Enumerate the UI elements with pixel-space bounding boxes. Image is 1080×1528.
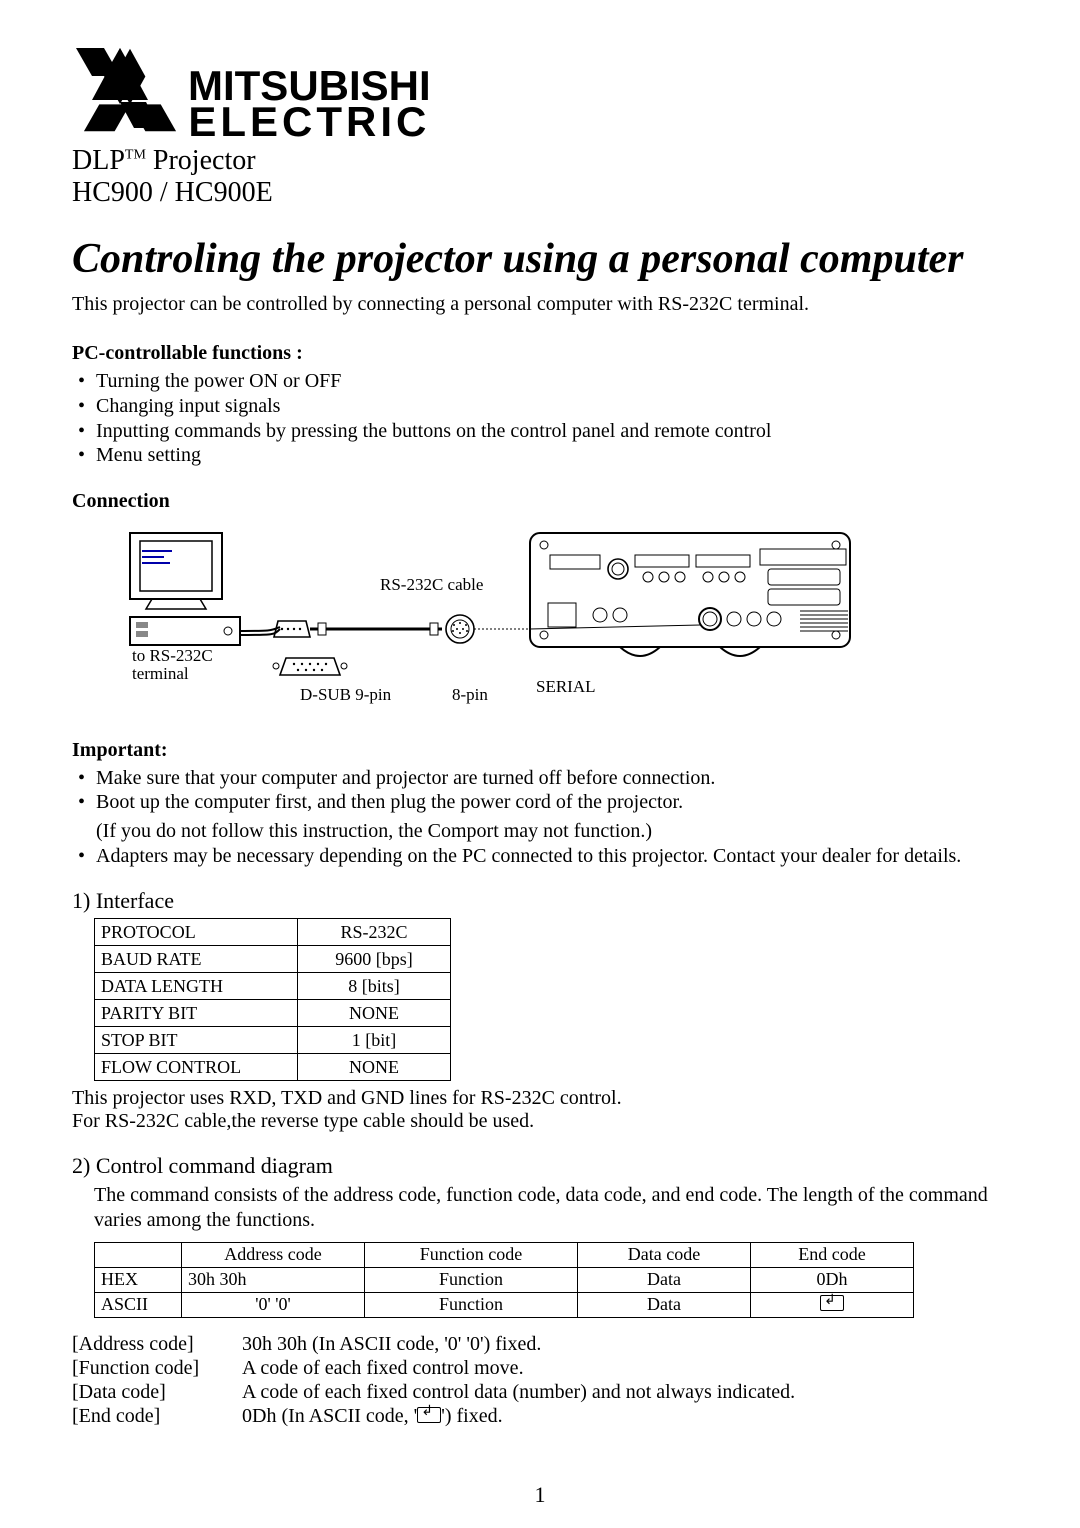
diagram-label-dsub: D-SUB 9-pin (300, 685, 391, 705)
connection-diagram: to RS-232Cterminal RS-232C cable D-SUB 9… (100, 525, 1008, 715)
table-row: BAUD RATE9600 [bps] (95, 946, 451, 973)
table-row: Address code Function code Data code End… (95, 1242, 914, 1267)
page-title: Controling the projector using a persona… (72, 235, 1008, 283)
diagram-label-8pin: 8-pin (452, 685, 488, 705)
diagram-label-serial: SERIAL (536, 677, 596, 697)
table-row: ASCII '0' '0' Function Data (95, 1292, 914, 1317)
def-row: [Function code]A code of each fixed cont… (72, 1356, 1008, 1380)
enter-key-icon (820, 1295, 844, 1311)
important-paren: (If you do not follow this instruction, … (72, 819, 1008, 844)
interface-heading: 1) Interface (72, 888, 1008, 914)
important-list-2: Adapters may be necessary depending on t… (72, 844, 1008, 869)
def-row: [Data code]A code of each fixed control … (72, 1380, 1008, 1404)
brand-text: MITSUBISHI ELECTRIC (188, 48, 431, 139)
table-row: FLOW CONTROLNONE (95, 1054, 451, 1081)
list-item: Make sure that your computer and project… (72, 766, 1008, 791)
code-definitions: [Address code]30h 30h (In ASCII code, '0… (72, 1332, 1008, 1428)
def-row: [End code] 0Dh (In ASCII code, '') fixed… (72, 1404, 1008, 1428)
connection-heading: Connection (72, 490, 1008, 513)
diagram-label-cable: RS-232C cable (380, 575, 483, 595)
pc-functions-list: Turning the power ON or OFF Changing inp… (72, 369, 1008, 467)
table-row: STOP BIT1 [bit] (95, 1027, 451, 1054)
list-item: Menu setting (72, 443, 1008, 468)
interface-note-1: This projector uses RXD, TXD and GND lin… (72, 1087, 1008, 1110)
control-command-desc: The command consists of the address code… (94, 1183, 1008, 1232)
list-item: Changing input signals (72, 394, 1008, 419)
table-row: HEX 30h 30h Function Data 0Dh (95, 1267, 914, 1292)
important-list: Make sure that your computer and project… (72, 766, 1008, 815)
page-number: 1 (0, 1482, 1080, 1508)
list-item: Adapters may be necessary depending on t… (72, 844, 1008, 869)
list-item: Boot up the computer first, and then plu… (72, 790, 1008, 815)
interface-note-2: For RS-232C cable,the reverse type cable… (72, 1110, 1008, 1133)
product-series: DLPTM Projector (72, 145, 1008, 177)
intro-text: This projector can be controlled by conn… (72, 293, 1008, 316)
table-row: PROTOCOLRS-232C (95, 919, 451, 946)
table-row: DATA LENGTH8 [bits] (95, 973, 451, 1000)
brand-line-2: ELECTRIC (188, 104, 431, 140)
important-heading: Important: (72, 739, 1008, 762)
control-command-heading: 2) Control command diagram (72, 1153, 1008, 1179)
diagram-label-terminal: to RS-232Cterminal (132, 647, 213, 684)
brand-logo: MITSUBISHI ELECTRIC (72, 48, 1008, 139)
table-row: PARITY BITNONE (95, 1000, 451, 1027)
list-item: Inputting commands by pressing the butto… (72, 419, 1008, 444)
mitsubishi-tri-icon (82, 48, 178, 132)
interface-table: PROTOCOLRS-232C BAUD RATE9600 [bps] DATA… (94, 918, 451, 1081)
enter-key-icon (417, 1407, 441, 1423)
command-table: Address code Function code Data code End… (94, 1242, 914, 1318)
pc-functions-heading: PC-controllable functions : (72, 342, 1008, 365)
def-row: [Address code]30h 30h (In ASCII code, '0… (72, 1332, 1008, 1356)
product-models: HC900 / HC900E (72, 177, 1008, 209)
list-item: Turning the power ON or OFF (72, 369, 1008, 394)
